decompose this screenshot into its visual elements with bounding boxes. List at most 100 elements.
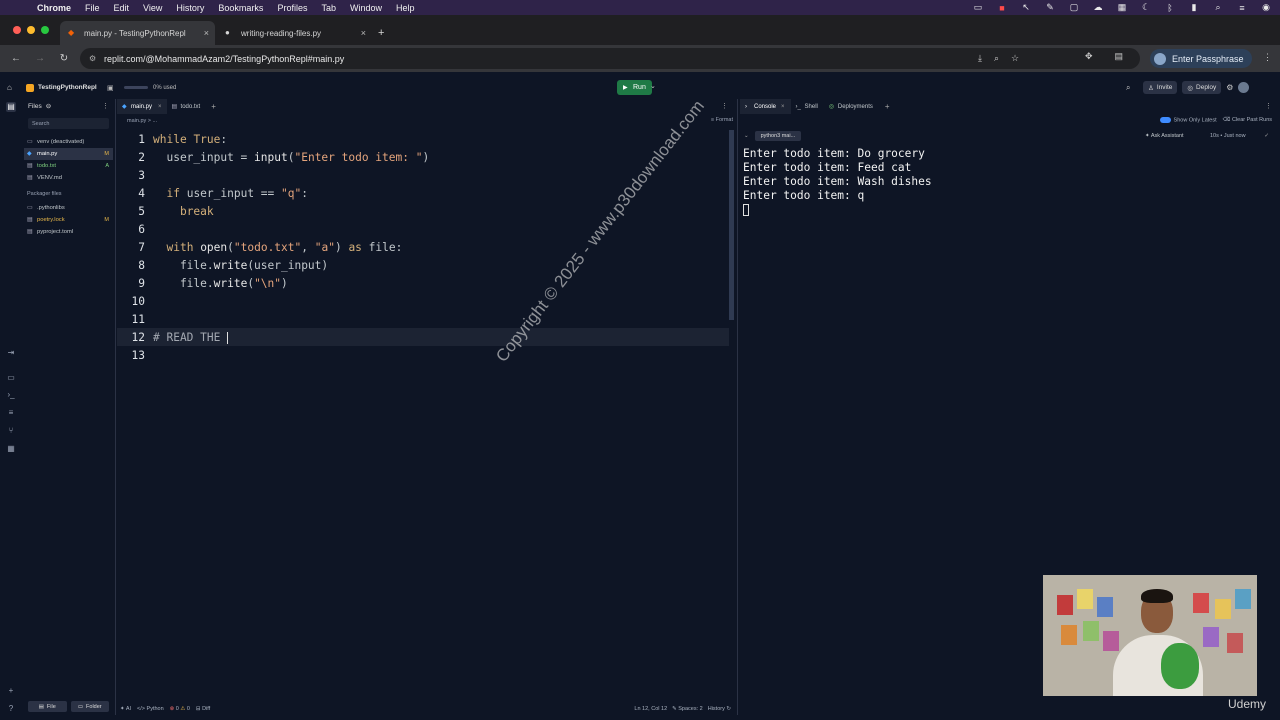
zoom-icon[interactable]: ⌕ (994, 53, 999, 64)
notifications-icon[interactable]: ⚙ (1226, 83, 1233, 92)
battery-icon[interactable]: ▮ (1188, 2, 1200, 13)
bluetooth-icon[interactable]: ᛒ (1164, 3, 1176, 13)
search-icon[interactable]: ⌕ (1212, 2, 1224, 13)
spaces-status[interactable]: ✎ Spaces: 2 (672, 706, 703, 712)
tab-deployments[interactable]: ◎ Deployments (824, 99, 879, 114)
moon-icon[interactable]: ☾ (1140, 2, 1152, 13)
new-file-button[interactable]: ▤ File (28, 701, 67, 712)
chrome-tab-github[interactable]: ● writing-reading-files.py × (217, 21, 372, 45)
pointer-icon[interactable]: ↖ (1020, 2, 1032, 13)
address-bar[interactable]: ⚙ replit.com/@MohammadAzam2/TestingPytho… (80, 48, 1140, 69)
collapse-chevron-icon[interactable]: ⌄ (744, 133, 749, 139)
editor-menu-icon[interactable]: ⋮ (721, 102, 728, 110)
chrome-tab-main[interactable]: ◆ main.py - TestingPythonRepl × (60, 21, 215, 45)
control-center-icon[interactable]: ≡ (1236, 3, 1248, 13)
editor-tab-todo-txt[interactable]: ▤ todo.txt (167, 99, 206, 114)
minimize-window-button[interactable] (27, 26, 35, 34)
menu-profiles[interactable]: Profiles (277, 3, 307, 13)
close-tab-icon[interactable]: × (361, 28, 366, 38)
language-status[interactable]: </> Python (137, 706, 164, 712)
new-folder-button[interactable]: ▭ Folder (70, 701, 109, 712)
extensions-icon[interactable]: ✥ (1085, 51, 1093, 62)
chat-icon[interactable]: ▭ (6, 373, 16, 383)
tab-shell[interactable]: ›_ Shell (791, 99, 824, 114)
reload-icon[interactable]: ↻ (52, 53, 76, 64)
breadcrumb[interactable]: main.py > ... (117, 114, 736, 127)
code-area[interactable]: 1 while True: 2 user_input = input("Enter… (117, 130, 729, 364)
clear-past-runs-button[interactable]: ⌫ Clear Past Runs (1223, 117, 1272, 123)
apps-icon[interactable]: ▦ (6, 444, 16, 454)
ai-status[interactable]: ✦ AI (120, 706, 131, 712)
history-status[interactable]: History ↻ (708, 706, 731, 712)
invite-button[interactable]: ♙ Invite (1143, 81, 1178, 94)
notebook-icon[interactable]: ▣ (107, 84, 114, 92)
menu-edit[interactable]: Edit (114, 3, 130, 13)
install-app-icon[interactable]: ⤓ (978, 53, 982, 64)
site-settings-icon[interactable]: ⚙ (89, 54, 96, 63)
project-name[interactable]: TestingPythonRepl (26, 83, 97, 92)
menu-bookmarks[interactable]: Bookmarks (218, 3, 263, 13)
forward-icon[interactable]: → (28, 53, 52, 64)
maximize-window-button[interactable] (41, 26, 49, 34)
errors-status[interactable]: ⊗ 0 ⚠ 0 (170, 706, 190, 712)
run-command-chip[interactable]: python3 mai... (754, 130, 802, 141)
files-tool-icon[interactable]: ▤ (6, 102, 16, 112)
cloud-icon[interactable]: ☁ (1092, 2, 1104, 13)
new-editor-tab-icon[interactable]: + (211, 102, 216, 111)
database-icon[interactable]: ≡ (6, 408, 16, 418)
file-item-pyproject-toml[interactable]: ▤ pyproject.toml (24, 226, 113, 238)
git-icon[interactable]: ⑂ (6, 426, 16, 436)
screen-share-icon[interactable]: ▭ (972, 2, 984, 13)
console-output[interactable]: Enter todo item: Do grocery Enter todo i… (743, 147, 932, 217)
editor-scrollbar[interactable] (729, 130, 734, 320)
new-console-tab-icon[interactable]: + (885, 102, 890, 111)
ask-assistant-button[interactable]: ✦ Ask Assistant (1145, 133, 1184, 139)
close-tab-icon[interactable]: × (158, 104, 162, 110)
deploy-button[interactable]: ◎ Deploy (1182, 81, 1222, 94)
run-button[interactable]: ▶ Run (617, 80, 652, 95)
format-button[interactable]: ≡ Format (711, 117, 733, 123)
menu-help[interactable]: Help (396, 3, 415, 13)
file-item-pythonlibs[interactable]: ▭ .pythonlibs (24, 202, 113, 214)
file-item-main-py[interactable]: ◆ main.py M (24, 148, 113, 160)
calendar-icon[interactable]: ▦ (1116, 2, 1128, 13)
back-icon[interactable]: ← (4, 53, 28, 64)
run-options-chevron-icon[interactable]: ⌄ (650, 82, 656, 90)
new-tab-button[interactable]: + (378, 21, 398, 45)
brush-icon[interactable]: ✎ (1044, 2, 1056, 13)
bookmark-star-icon[interactable]: ☆ (1011, 53, 1019, 64)
file-item-venv-md[interactable]: ▤ VENV.md (24, 172, 113, 184)
file-item-venv[interactable]: ▭ venv (deactivated) (24, 136, 113, 148)
link-icon[interactable]: ⊖ (46, 102, 51, 110)
editor-tab-main-py[interactable]: ◆ main.py × (117, 99, 167, 114)
home-icon[interactable]: ⌂ (7, 83, 12, 92)
menu-window[interactable]: Window (350, 3, 382, 13)
menu-tab[interactable]: Tab (321, 3, 336, 13)
user-avatar[interactable] (1238, 82, 1250, 93)
files-menu-icon[interactable]: ⋮ (102, 102, 109, 110)
add-tool-icon[interactable]: + (6, 686, 16, 696)
close-tab-icon[interactable]: × (204, 28, 209, 38)
menu-view[interactable]: View (143, 3, 162, 13)
files-search-input[interactable]: Search (28, 118, 109, 129)
tab-console[interactable]: › Console × (740, 99, 791, 114)
help-icon[interactable]: ? (6, 704, 16, 714)
search-icon[interactable]: ⌕ (1126, 83, 1138, 93)
panel-divider[interactable] (115, 99, 116, 715)
cursor-position[interactable]: Ln 12, Col 12 (634, 706, 667, 712)
file-item-poetry-lock[interactable]: ▤ poetry.lock M (24, 214, 113, 226)
console-menu-icon[interactable]: ⋮ (1265, 102, 1272, 110)
diff-status[interactable]: ⊟ Diff (196, 706, 210, 712)
menu-file[interactable]: File (85, 3, 100, 13)
siri-icon[interactable]: ◉ (1260, 2, 1272, 13)
panel-divider[interactable] (737, 99, 738, 715)
close-tab-icon[interactable]: × (781, 104, 785, 110)
display-icon[interactable]: ▢ (1068, 2, 1080, 13)
close-window-button[interactable] (13, 26, 21, 34)
show-only-latest-toggle[interactable]: Show Only Latest (1159, 117, 1217, 123)
profile-button[interactable]: Enter Passphrase (1150, 49, 1252, 68)
file-item-todo-txt[interactable]: ▤ todo.txt A (24, 160, 113, 172)
record-icon[interactable]: ■ (996, 3, 1008, 13)
menu-history[interactable]: History (176, 3, 204, 13)
console-icon[interactable]: ›_ (6, 390, 16, 400)
